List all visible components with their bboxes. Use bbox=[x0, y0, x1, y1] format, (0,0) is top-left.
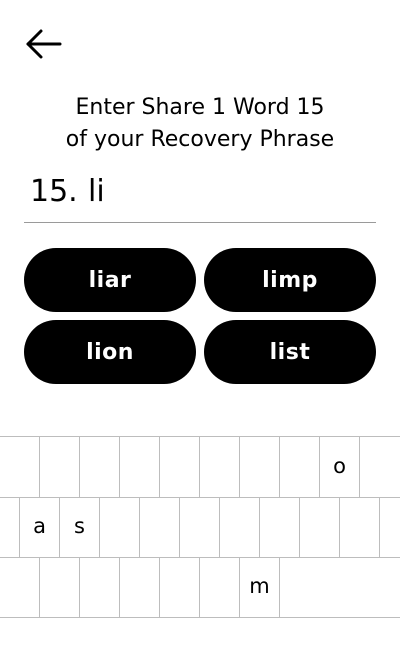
keyboard-key-m[interactable]: m bbox=[240, 557, 280, 617]
keyboard-key[interactable] bbox=[280, 437, 320, 497]
keyboard-key[interactable] bbox=[340, 497, 380, 557]
keyboard-key[interactable] bbox=[160, 557, 200, 617]
keyboard-key[interactable] bbox=[120, 557, 160, 617]
arrow-left-icon bbox=[26, 29, 62, 59]
keyboard-key[interactable] bbox=[260, 497, 300, 557]
keyboard-key-a[interactable]: a bbox=[20, 497, 60, 557]
keyboard-key[interactable] bbox=[120, 437, 160, 497]
suggestion-button[interactable]: list bbox=[204, 320, 376, 384]
suggestion-button[interactable]: lion bbox=[24, 320, 196, 384]
keyboard-key[interactable] bbox=[160, 437, 200, 497]
keyboard-key[interactable] bbox=[240, 437, 280, 497]
keyboard-key[interactable] bbox=[220, 497, 260, 557]
keyboard: o a s m bbox=[0, 436, 400, 618]
keyboard-key-o[interactable]: o bbox=[320, 437, 360, 497]
keyboard-key[interactable] bbox=[200, 437, 240, 497]
keyboard-key[interactable] bbox=[40, 557, 80, 617]
keyboard-row-1: o bbox=[0, 437, 400, 498]
keyboard-row-2: a s bbox=[0, 497, 400, 558]
keyboard-key[interactable] bbox=[100, 497, 140, 557]
keyboard-row-3: m bbox=[0, 557, 400, 618]
keyboard-key[interactable] bbox=[360, 437, 400, 497]
keyboard-key[interactable] bbox=[80, 437, 120, 497]
back-button[interactable] bbox=[22, 26, 66, 62]
keyboard-key[interactable] bbox=[300, 497, 340, 557]
title-line-1: Enter Share 1 Word 15 bbox=[75, 95, 325, 120]
word-entry-field[interactable]: 15. li bbox=[24, 168, 376, 223]
keyboard-key-spacer bbox=[0, 497, 20, 557]
keyboard-key[interactable] bbox=[140, 497, 180, 557]
keyboard-key[interactable] bbox=[180, 497, 220, 557]
keyboard-key-wide[interactable] bbox=[280, 557, 400, 617]
keyboard-key[interactable] bbox=[200, 557, 240, 617]
keyboard-key-s[interactable]: s bbox=[60, 497, 100, 557]
keyboard-key[interactable] bbox=[80, 557, 120, 617]
word-number: 15. bbox=[30, 174, 78, 209]
keyboard-key[interactable] bbox=[0, 437, 40, 497]
suggestion-button[interactable]: liar bbox=[24, 248, 196, 312]
keyboard-key[interactable] bbox=[0, 557, 40, 617]
title-line-2: of your Recovery Phrase bbox=[65, 127, 335, 152]
keyboard-key[interactable] bbox=[40, 437, 80, 497]
suggestion-button[interactable]: limp bbox=[204, 248, 376, 312]
word-input-value: li bbox=[88, 174, 105, 209]
page-title: Enter Share 1 Word 15 of your Recovery P… bbox=[0, 92, 400, 156]
